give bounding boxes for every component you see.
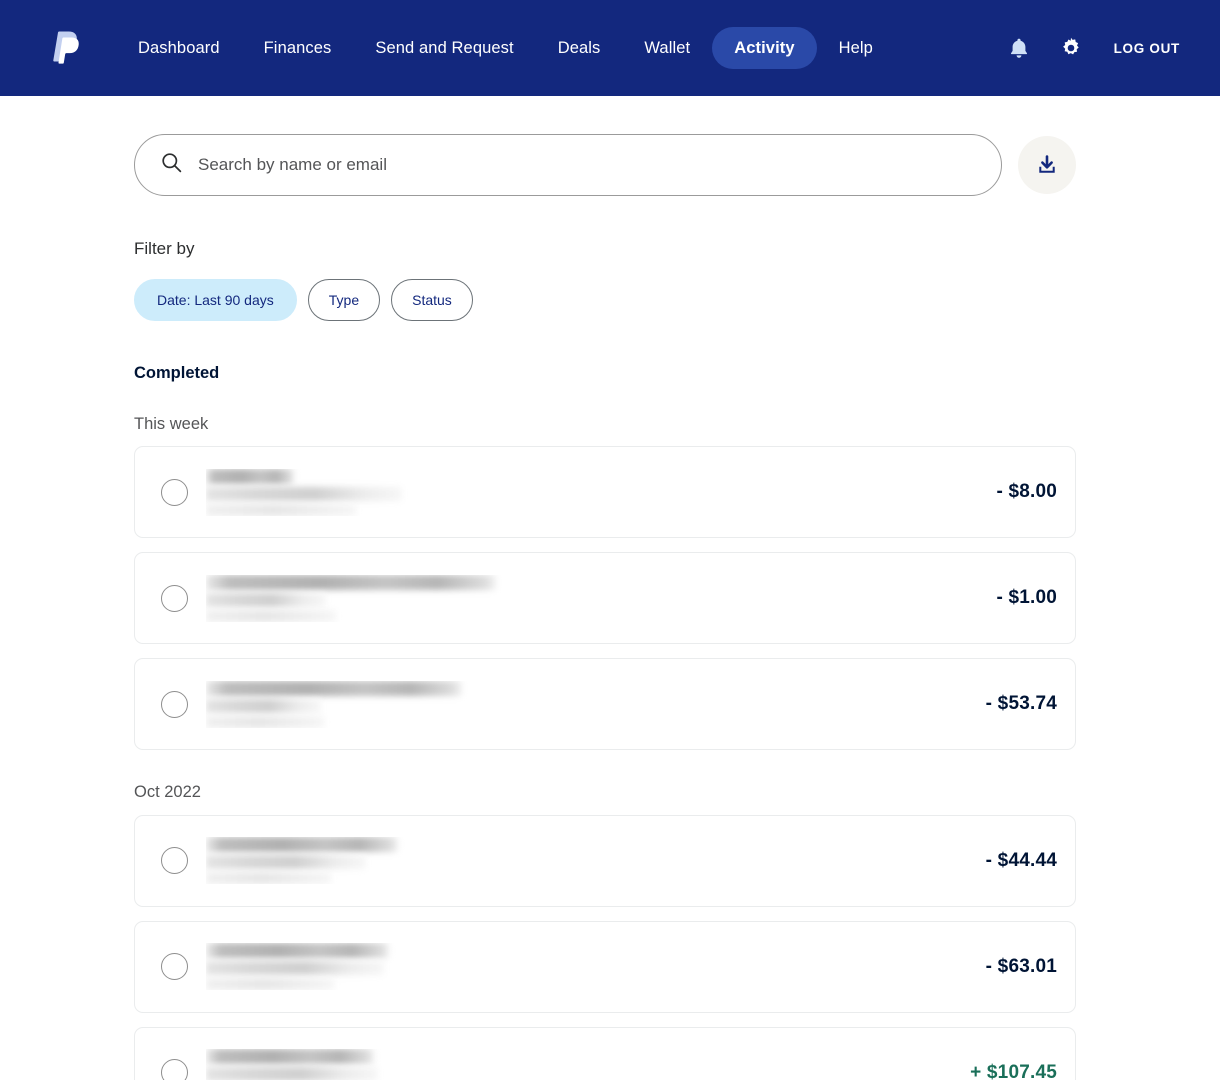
redacted-line bbox=[206, 487, 402, 501]
filter-chip-group: Date: Last 90 days Type Status bbox=[134, 279, 1076, 321]
status-heading-completed: Completed bbox=[134, 365, 1076, 382]
transaction-details-redacted bbox=[206, 943, 966, 990]
gear-icon[interactable] bbox=[1058, 35, 1084, 61]
group-heading-this-week: This week bbox=[134, 416, 1076, 433]
filter-by-label: Filter by bbox=[134, 240, 1076, 257]
transaction-details-redacted bbox=[206, 469, 976, 516]
nav-utility-group: LOG OUT bbox=[1006, 35, 1180, 61]
table-row[interactable]: - $44.44 bbox=[134, 815, 1076, 907]
transaction-amount: + $107.45 bbox=[970, 1062, 1057, 1080]
nav-link-wallet[interactable]: Wallet bbox=[622, 27, 712, 70]
nav-link-finances[interactable]: Finances bbox=[242, 27, 354, 70]
redacted-line bbox=[206, 610, 336, 622]
bell-icon[interactable] bbox=[1006, 35, 1032, 61]
avatar bbox=[161, 479, 188, 506]
logout-button[interactable]: LOG OUT bbox=[1114, 41, 1180, 56]
redacted-line bbox=[206, 593, 326, 607]
redacted-line bbox=[206, 855, 366, 869]
redacted-line bbox=[206, 978, 334, 990]
redacted-line bbox=[206, 961, 384, 975]
transaction-amount: - $1.00 bbox=[996, 587, 1057, 609]
top-navigation-bar: Dashboard Finances Send and Request Deal… bbox=[0, 0, 1220, 96]
avatar bbox=[161, 585, 188, 612]
transaction-details-redacted bbox=[206, 575, 976, 622]
table-row[interactable]: - $1.00 bbox=[134, 552, 1076, 644]
table-row[interactable]: - $63.01 bbox=[134, 921, 1076, 1013]
redacted-line bbox=[206, 837, 398, 852]
nav-link-help[interactable]: Help bbox=[817, 27, 895, 70]
filter-chip-status[interactable]: Status bbox=[391, 279, 473, 321]
redacted-line bbox=[206, 943, 389, 958]
transaction-amount: - $63.01 bbox=[986, 956, 1057, 978]
filter-chip-date[interactable]: Date: Last 90 days bbox=[134, 279, 297, 321]
table-row[interactable]: - $8.00 bbox=[134, 446, 1076, 538]
transaction-details-redacted bbox=[206, 681, 966, 728]
redacted-line bbox=[206, 716, 324, 728]
nav-link-dashboard[interactable]: Dashboard bbox=[116, 27, 242, 70]
transaction-details-redacted bbox=[206, 1049, 950, 1080]
redacted-line bbox=[206, 681, 462, 696]
paypal-logo-icon[interactable] bbox=[48, 28, 82, 68]
redacted-line bbox=[206, 699, 321, 713]
primary-nav-links: Dashboard Finances Send and Request Deal… bbox=[116, 27, 895, 70]
redacted-line bbox=[206, 469, 294, 484]
redacted-line bbox=[206, 1049, 374, 1064]
transaction-amount: - $8.00 bbox=[996, 481, 1057, 503]
avatar bbox=[161, 1059, 188, 1080]
group-heading-oct-2022: Oct 2022 bbox=[134, 784, 1076, 801]
nav-link-deals[interactable]: Deals bbox=[536, 27, 623, 70]
transaction-amount: - $44.44 bbox=[986, 850, 1057, 872]
redacted-line bbox=[206, 575, 496, 590]
download-button[interactable] bbox=[1018, 136, 1076, 194]
transaction-amount: - $53.74 bbox=[986, 693, 1057, 715]
redacted-line bbox=[206, 504, 356, 516]
avatar bbox=[161, 847, 188, 874]
table-row[interactable]: - $53.74 bbox=[134, 658, 1076, 750]
transaction-details-redacted bbox=[206, 837, 966, 884]
nav-link-activity[interactable]: Activity bbox=[712, 27, 816, 70]
search-input[interactable] bbox=[198, 135, 975, 195]
avatar bbox=[161, 691, 188, 718]
redacted-line bbox=[206, 1067, 378, 1080]
search-row bbox=[134, 134, 1076, 196]
table-row[interactable]: + $107.45 bbox=[134, 1027, 1076, 1080]
redacted-line bbox=[206, 872, 331, 884]
nav-link-send-and-request[interactable]: Send and Request bbox=[353, 27, 535, 70]
search-box[interactable] bbox=[134, 134, 1002, 196]
avatar bbox=[161, 953, 188, 980]
search-icon bbox=[161, 152, 182, 178]
filter-chip-type[interactable]: Type bbox=[308, 279, 380, 321]
activity-page: Filter by Date: Last 90 days Type Status… bbox=[0, 96, 1220, 1080]
